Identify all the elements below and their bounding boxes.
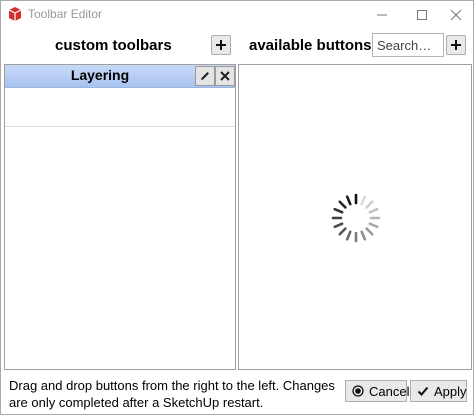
custom-toolbars-heading: custom toolbars (55, 37, 172, 54)
cancel-icon (352, 385, 364, 397)
minimize-icon (377, 14, 387, 16)
window-title: Toolbar Editor (28, 7, 103, 21)
available-buttons-heading: available buttons (249, 37, 372, 54)
apply-button[interactable]: Apply (410, 380, 467, 402)
add-toolbar-button[interactable] (211, 35, 231, 55)
checkmark-icon (417, 385, 429, 397)
close-icon (220, 71, 230, 81)
toolbar-editor-window: Toolbar Editor custom toolbars available… (0, 0, 474, 415)
restart-notice: Drag and drop buttons from the right to … (9, 378, 335, 410)
toolbar-row-label: Layering (70, 67, 130, 83)
close-button[interactable] (433, 1, 474, 29)
editor-header: custom toolbars available buttons (1, 33, 473, 61)
available-buttons-list (238, 64, 472, 370)
apply-label: Apply (434, 383, 467, 399)
custom-toolbars-list: Layering (4, 64, 236, 370)
rename-toolbar-button[interactable] (195, 66, 215, 86)
plus-icon (216, 40, 226, 50)
close-icon (450, 9, 462, 21)
cancel-button[interactable]: Cancel (345, 380, 410, 402)
pencil-icon (201, 72, 209, 80)
maximize-icon (417, 10, 427, 20)
delete-toolbar-button[interactable] (215, 66, 235, 86)
plus-icon (451, 40, 461, 50)
title-bar: Toolbar Editor (1, 1, 473, 29)
sketchup-logo-icon (7, 6, 23, 22)
toolbar-drop-area[interactable] (5, 88, 235, 127)
cancel-label: Cancel (369, 383, 410, 399)
loading-spinner-icon (331, 193, 381, 243)
search-input[interactable] (372, 33, 444, 57)
add-button-button[interactable] (446, 35, 466, 55)
toolbar-row-layering[interactable]: Layering (5, 65, 235, 88)
